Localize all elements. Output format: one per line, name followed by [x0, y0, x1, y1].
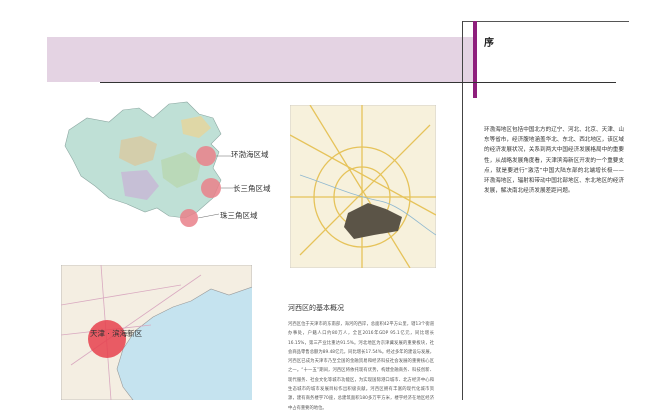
subsection-body: 河西区位于天津市的东南部，海河的西岸，总面积42平方公里，辖13个街道办事处，户… [288, 322, 434, 411]
yangtze-delta-circle [201, 178, 221, 198]
subsection-title: 河西区的基本概况 [288, 304, 344, 312]
section-title: 序 [484, 38, 494, 49]
accent-bar [473, 21, 477, 98]
header-rule [100, 82, 616, 83]
label-yangtze: 长三角区域 [233, 184, 271, 193]
label-bohai: 环渤海区域 [231, 150, 269, 159]
leader-line [197, 213, 220, 219]
intro-paragraph: 环渤海地区包括中国北方的辽宁、河北、北京、天津、山东等省市，经济腹地涵盖华北、东… [484, 127, 624, 195]
column-divider [462, 21, 463, 400]
header-band [47, 37, 473, 82]
pearl-delta-circle [180, 209, 198, 227]
tianjin-circle [88, 320, 126, 358]
bohai-circle [196, 146, 216, 166]
top-rule [462, 21, 629, 22]
label-pearl: 珠三角区域 [220, 211, 258, 220]
city-map [289, 104, 437, 269]
label-tianjin: 天津 · 滨海新区 [90, 329, 143, 338]
city-map-svg [289, 104, 437, 269]
